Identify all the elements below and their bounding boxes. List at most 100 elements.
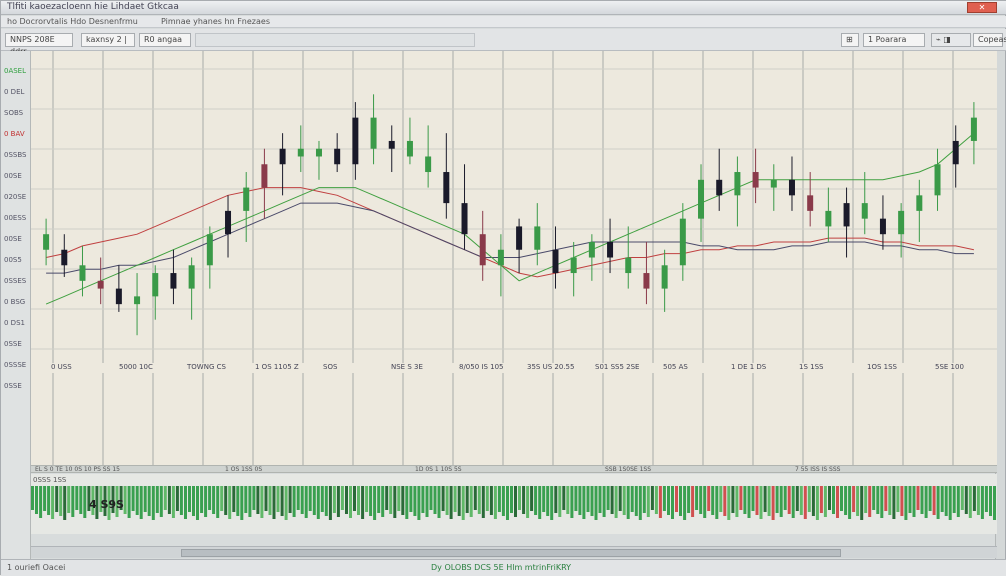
volume-bar bbox=[336, 486, 340, 517]
horizontal-scrollbar[interactable] bbox=[31, 546, 997, 558]
volume-bar bbox=[880, 486, 884, 518]
volume-bar bbox=[582, 486, 586, 519]
candle bbox=[388, 125, 395, 173]
volume-bar bbox=[441, 486, 445, 511]
time-axis-label: 1S 1SS bbox=[799, 363, 824, 371]
menu-item-main[interactable]: ho Docrorvtalis Hdo Desnenfrmu bbox=[7, 17, 138, 26]
volume-bar bbox=[47, 486, 51, 515]
candle bbox=[279, 133, 286, 196]
time-axis-label: 8/050 IS 105 bbox=[459, 363, 504, 371]
volume-bar bbox=[634, 486, 638, 516]
scrollbar-thumb[interactable] bbox=[181, 549, 841, 557]
volume-bar bbox=[357, 486, 360, 515]
indicator-strip: EL S 0 TE 10 0S 10 PS SS 15 1 OS 1SS 0S 1D… bbox=[31, 465, 997, 473]
volume-bar bbox=[719, 486, 723, 512]
time-axis-label: S01 SS5 2SE bbox=[595, 363, 640, 371]
price-scale-label: 0 DS1 bbox=[4, 319, 25, 327]
volume-bar bbox=[602, 486, 606, 517]
time-axis-label: 0 USS bbox=[51, 363, 72, 371]
volume-bar bbox=[811, 486, 815, 516]
close-button[interactable]: ✕ bbox=[967, 2, 997, 13]
price-scale-label: 00SE bbox=[4, 172, 22, 180]
volume-bar bbox=[658, 486, 662, 518]
price-field[interactable]: R0 angaa bbox=[139, 33, 191, 47]
volume-bar bbox=[232, 486, 236, 512]
volume-bar bbox=[385, 486, 389, 510]
volume-bar bbox=[171, 486, 175, 518]
volume-bar bbox=[924, 486, 928, 518]
candle-body bbox=[225, 210, 232, 235]
candle bbox=[825, 187, 832, 242]
candle-body bbox=[97, 280, 104, 289]
volume-bar bbox=[453, 486, 457, 512]
volume-bar bbox=[844, 486, 848, 515]
volume-bar bbox=[646, 486, 650, 517]
volume-bar bbox=[993, 486, 996, 520]
menu-item-secondary[interactable]: Pimnae yhanes hn Fnezaes bbox=[161, 17, 270, 26]
right-field[interactable]: 1 Poarara bbox=[863, 33, 925, 47]
volume-bar bbox=[477, 486, 481, 514]
volume-bar bbox=[216, 486, 220, 518]
price-chart[interactable] bbox=[31, 51, 997, 363]
left-price-scale: 0ASEL 0 DEL SOBS 0 BAV 0SSBS 00SE 020SE 00ESS 00… bbox=[1, 51, 31, 571]
volume-bar bbox=[67, 486, 71, 513]
candle-body bbox=[497, 249, 504, 266]
volume-bar bbox=[574, 486, 578, 511]
volume-bar bbox=[304, 486, 308, 518]
candle bbox=[225, 195, 232, 258]
volume-bar bbox=[642, 486, 646, 513]
toolbar-spacer bbox=[195, 33, 475, 47]
volume-bar bbox=[795, 486, 799, 511]
volume-bar bbox=[667, 486, 670, 515]
volume-bar bbox=[361, 486, 365, 519]
volume-bar bbox=[340, 486, 344, 510]
price-scale-label: 020SE bbox=[4, 193, 27, 201]
volume-bar bbox=[43, 486, 47, 511]
volume-bar bbox=[83, 486, 87, 518]
volume-bar bbox=[626, 486, 630, 519]
time-axis-label: 505 AS bbox=[663, 363, 688, 371]
time-axis-label: 35S US 20.55 bbox=[527, 363, 575, 371]
time-axis-label: NSE S 3E bbox=[391, 363, 423, 371]
toolbar: NNPS 208E ddrr kaxnsy 2 | R0 angaa ⊞ 1 P… bbox=[1, 29, 1006, 56]
volume-bar bbox=[155, 486, 159, 513]
lower-pane-grid bbox=[52, 373, 954, 465]
candle-body bbox=[315, 148, 322, 157]
timeframe-selector[interactable]: kaxnsy 2 | bbox=[81, 33, 135, 47]
strip-label: 1D 0S 1 10S 5S bbox=[415, 466, 462, 473]
volume-bar bbox=[848, 486, 852, 519]
chart-type-icon[interactable]: ⊞ bbox=[841, 33, 859, 47]
moving-average-line bbox=[45, 132, 975, 305]
candle-body bbox=[170, 273, 177, 289]
right-extra-button[interactable]: Copeases bbox=[973, 33, 1006, 47]
candle bbox=[479, 210, 486, 281]
volume-bar bbox=[828, 486, 831, 510]
time-axis-label: SOS bbox=[323, 363, 338, 371]
time-axis: 0 USS 5000 10C TOWNG CS 1 OS 1105 Z SOS NSE S… bbox=[31, 363, 997, 373]
volume-bar bbox=[200, 486, 204, 513]
volume-bars bbox=[31, 486, 996, 520]
volume-readout: 4 S9S bbox=[89, 498, 124, 511]
symbol-selector[interactable]: NNPS 208E ddrr bbox=[5, 33, 73, 56]
price-scale-label: 0SSE bbox=[4, 340, 22, 348]
volume-bar bbox=[353, 486, 356, 511]
volume-bar bbox=[425, 486, 429, 517]
volume-bar bbox=[550, 486, 554, 520]
volume-bar bbox=[554, 486, 558, 513]
volume-bar bbox=[864, 486, 868, 513]
indicator-icons[interactable]: ⌁ ◨ bbox=[931, 33, 971, 47]
volume-bar bbox=[530, 486, 534, 511]
candle-body bbox=[443, 172, 450, 204]
volume-bar bbox=[429, 486, 433, 510]
candle-body bbox=[352, 117, 359, 165]
candle bbox=[516, 218, 523, 274]
candle bbox=[43, 218, 50, 266]
volume-bar bbox=[493, 486, 497, 519]
candle bbox=[843, 187, 850, 258]
candle bbox=[952, 125, 959, 188]
candle-body bbox=[388, 140, 395, 149]
candle bbox=[134, 273, 141, 336]
volume-bar bbox=[526, 486, 530, 518]
volume-bar bbox=[151, 486, 155, 520]
volume-bar bbox=[409, 486, 413, 512]
